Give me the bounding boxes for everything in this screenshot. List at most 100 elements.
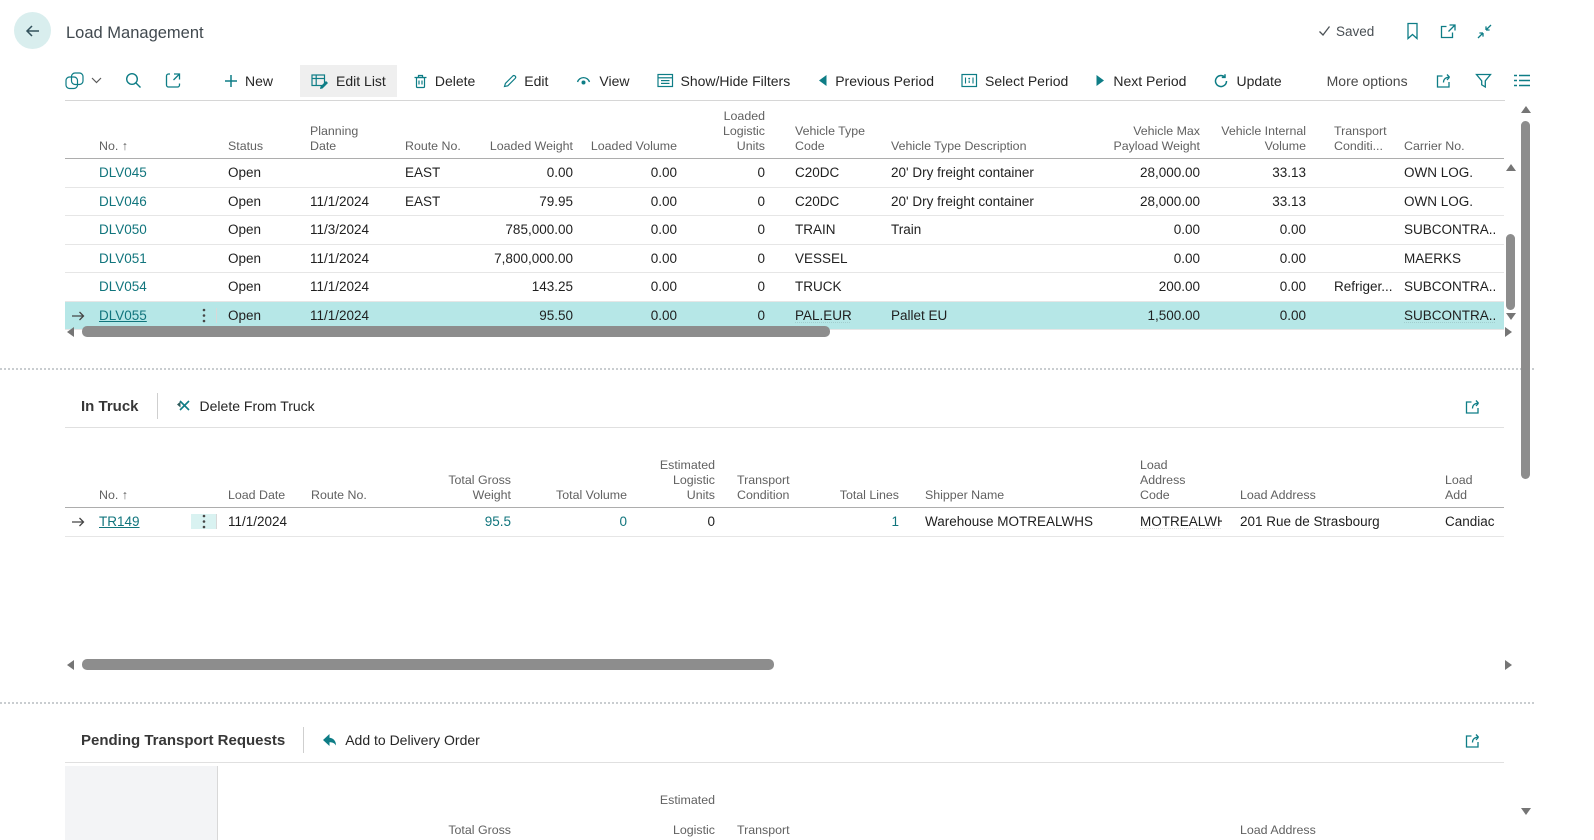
col-vehicle-max-payload-weight[interactable]: Vehicle Max Payload Weight bbox=[1068, 124, 1208, 154]
col-no[interactable]: No. ↑ bbox=[91, 139, 191, 154]
total-gross-weight-cell[interactable]: 95.5 bbox=[393, 514, 519, 529]
col-status[interactable]: Status bbox=[217, 139, 301, 154]
row-menu-icon[interactable] bbox=[191, 514, 217, 529]
load-no-link[interactable]: DLV046 bbox=[91, 194, 191, 209]
load-address-2-cell: Candiac bbox=[1427, 514, 1504, 529]
total-volume-cell[interactable]: 0 bbox=[519, 514, 635, 529]
load-no-link[interactable]: DLV055 bbox=[91, 308, 191, 323]
delete-from-truck-button[interactable]: Delete From Truck bbox=[176, 398, 315, 414]
table-row-selected[interactable]: TR149 11/1/2024 95.5 0 0 1 Warehouse MOT… bbox=[65, 508, 1504, 537]
dynamics-app-icon[interactable] bbox=[65, 72, 102, 90]
search-icon[interactable] bbox=[125, 72, 142, 89]
select-period-button[interactable]: Select Period bbox=[961, 73, 1068, 89]
col-total-gross-partial[interactable]: Total Gross bbox=[393, 823, 519, 840]
load-no-link[interactable]: DLV050 bbox=[91, 222, 191, 237]
col-vehicle-internal-volume[interactable]: Vehicle Internal Volume bbox=[1208, 124, 1314, 154]
more-options-button[interactable]: More options bbox=[1327, 73, 1408, 89]
in-truck-table-header: No. ↑ Load Date Route No. Total Gross We… bbox=[65, 432, 1504, 508]
col-load-address-code[interactable]: Load Address Code bbox=[1122, 458, 1222, 503]
new-button[interactable]: New bbox=[224, 73, 273, 89]
col-total-lines[interactable]: Total Lines bbox=[823, 488, 907, 503]
col-route-no[interactable]: Route No. bbox=[395, 139, 469, 154]
col-transport-condition[interactable]: Transport Conditi... bbox=[1314, 124, 1392, 154]
page-scroll-down[interactable] bbox=[1521, 808, 1531, 815]
collapse-window-icon[interactable] bbox=[1476, 23, 1493, 40]
trash-icon bbox=[413, 73, 428, 89]
col-load-address-2[interactable]: Load Add bbox=[1427, 473, 1504, 503]
col-shipper-name[interactable]: Shipper Name bbox=[907, 488, 1122, 503]
load-no-link[interactable]: DLV054 bbox=[91, 279, 191, 294]
share-icon[interactable] bbox=[1435, 72, 1454, 89]
col-loaded-logistic-units[interactable]: Loaded Logistic Units bbox=[685, 109, 773, 154]
vehicle-type-code-cell[interactable]: PAL.EUR bbox=[773, 308, 883, 323]
col-carrier-no[interactable]: Carrier No. bbox=[1392, 139, 1504, 154]
update-button[interactable]: Update bbox=[1213, 73, 1281, 89]
row-menu-icon[interactable] bbox=[191, 308, 217, 323]
loaded-weight-cell: 0.00 bbox=[469, 165, 581, 180]
col-loaded-volume[interactable]: Loaded Volume bbox=[581, 139, 685, 154]
page-scroll-up[interactable] bbox=[1521, 106, 1531, 113]
vehicle-type-description-cell: 20' Dry freight container bbox=[883, 194, 1068, 209]
share-icon[interactable] bbox=[1464, 732, 1483, 749]
in-truck-horizontal-scrollbar-thumb[interactable] bbox=[82, 659, 774, 670]
in-truck-scroll-right[interactable] bbox=[1505, 660, 1512, 670]
table-row[interactable]: DLV050 Open 11/3/2024 785,000.00 0.00 0 … bbox=[65, 216, 1504, 245]
load-address-code-cell[interactable]: MOTREALWHS bbox=[1122, 514, 1222, 529]
delete-button[interactable]: Delete bbox=[413, 73, 475, 89]
total-lines-cell[interactable]: 1 bbox=[823, 514, 907, 529]
loads-vertical-scrollbar-thumb[interactable] bbox=[1506, 234, 1515, 310]
carrier-no-cell[interactable]: SUBCONTRA.. bbox=[1392, 308, 1504, 323]
caption-divider bbox=[303, 727, 304, 753]
open-in-new-window-icon[interactable] bbox=[1439, 23, 1457, 40]
col-route-no[interactable]: Route No. bbox=[301, 488, 393, 503]
col-estimated-logistic-units[interactable]: Estimated Logistic Units bbox=[635, 458, 723, 503]
share-icon[interactable] bbox=[1464, 398, 1483, 415]
back-button[interactable] bbox=[14, 12, 51, 49]
loads-horizontal-scrollbar-thumb[interactable] bbox=[82, 326, 830, 337]
edit-list-button[interactable]: Edit List bbox=[300, 65, 397, 97]
col-planning-date[interactable]: Planning Date bbox=[301, 124, 395, 154]
col-vehicle-type-description[interactable]: Vehicle Type Description bbox=[883, 139, 1068, 154]
loads-scroll-up[interactable] bbox=[1506, 164, 1516, 171]
col-transport-condition[interactable]: Transport Condition bbox=[723, 473, 823, 503]
caption-divider bbox=[157, 393, 158, 419]
col-total-volume[interactable]: Total Volume bbox=[519, 488, 635, 503]
truck-no-link[interactable]: TR149 bbox=[91, 514, 191, 529]
planning-date-cell: 11/1/2024 bbox=[301, 308, 395, 323]
table-row[interactable]: DLV054 Open 11/1/2024 143.25 0.00 0 TRUC… bbox=[65, 273, 1504, 302]
loads-scroll-down[interactable] bbox=[1506, 313, 1516, 320]
previous-period-button[interactable]: Previous Period bbox=[817, 73, 934, 89]
filter-pane-icon bbox=[657, 73, 674, 88]
col-load-address[interactable]: Load Address bbox=[1222, 488, 1427, 503]
table-row[interactable]: DLV046 Open 11/1/2024 EAST 79.95 0.00 0 … bbox=[65, 188, 1504, 217]
table-row[interactable]: DLV045 Open EAST 0.00 0.00 0 C20DC 20' D… bbox=[65, 159, 1504, 188]
load-no-link[interactable]: DLV051 bbox=[91, 251, 191, 266]
col-vehicle-type-code[interactable]: Vehicle Type Code bbox=[773, 124, 883, 154]
in-truck-scroll-left[interactable] bbox=[67, 660, 74, 670]
view-button[interactable]: View bbox=[575, 73, 629, 89]
carrier-no-cell: MAERKS bbox=[1392, 251, 1504, 266]
section-separator bbox=[0, 368, 1534, 370]
table-row[interactable]: DLV051 Open 11/1/2024 7,800,000.00 0.00 … bbox=[65, 245, 1504, 274]
add-to-delivery-order-button[interactable]: Add to Delivery Order bbox=[322, 732, 480, 748]
list-view-icon[interactable] bbox=[1513, 73, 1531, 88]
loaded-weight-cell: 7,800,000.00 bbox=[469, 251, 581, 266]
col-no[interactable]: No. ↑ bbox=[91, 488, 191, 503]
col-logistic-partial[interactable]: Logistic bbox=[635, 823, 723, 840]
col-load-date[interactable]: Load Date bbox=[217, 488, 301, 503]
edit-button[interactable]: Edit bbox=[502, 73, 548, 89]
loads-scroll-right[interactable] bbox=[1505, 327, 1512, 337]
next-period-button[interactable]: Next Period bbox=[1095, 73, 1186, 89]
page-vertical-scrollbar-thumb[interactable] bbox=[1521, 121, 1530, 479]
filter-icon[interactable] bbox=[1475, 73, 1492, 89]
focus-mode-icon[interactable] bbox=[165, 72, 183, 89]
col-estimated-partial[interactable]: Estimated bbox=[635, 793, 723, 808]
loads-scroll-left[interactable] bbox=[67, 327, 74, 337]
col-loaded-weight[interactable]: Loaded Weight bbox=[469, 139, 581, 154]
col-total-gross-weight[interactable]: Total Gross Weight bbox=[393, 473, 519, 503]
load-no-link[interactable]: DLV045 bbox=[91, 165, 191, 180]
col-transport-partial[interactable]: Transport bbox=[723, 823, 823, 840]
bookmark-icon[interactable] bbox=[1405, 22, 1420, 40]
col-load-address-partial[interactable]: Load Address bbox=[1222, 823, 1427, 840]
show-hide-filters-button[interactable]: Show/Hide Filters bbox=[657, 73, 791, 89]
